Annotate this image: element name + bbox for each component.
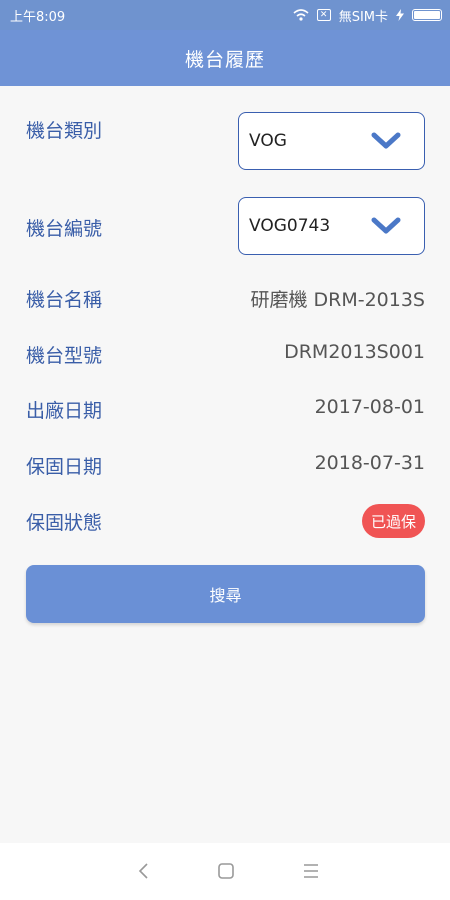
menu-icon[interactable] [299,859,323,883]
machine-category-label: 機台類別 [26,120,103,142]
machine-category-select[interactable]: VOG [238,112,425,170]
warranty-status-label: 保固狀態 [26,512,103,534]
sim-icon: ✕ [316,9,331,21]
machine-name-value: 研磨機 DRM-2013S [250,289,425,311]
machine-number-label: 機台編號 [26,218,103,240]
home-icon[interactable] [214,859,238,883]
page-title: 機台履歷 [184,48,265,71]
chevron-down-icon [371,217,401,234]
status-icons: ✕ 無SIM卡 [293,6,442,25]
back-icon[interactable] [132,859,156,883]
machine-model-value: DRM2013S001 [284,341,425,363]
ship-date-label: 出廠日期 [26,400,103,422]
navigation-bar [0,843,450,900]
machine-number-value: VOG0743 [249,216,331,236]
warranty-date-label: 保固日期 [26,456,103,478]
machine-model-label: 機台型號 [26,345,103,367]
status-time: 上午8:09 [10,9,66,25]
status-bar: 上午8:09 ✕ 無SIM卡 [0,0,450,30]
app-header: 機台履歷 [0,30,450,86]
machine-name-label: 機台名稱 [26,289,103,311]
ship-date-value: 2017-08-01 [314,396,425,418]
wifi-icon [293,9,309,21]
chevron-down-icon [371,132,401,149]
search-button-label: 搜尋 [209,586,242,605]
sim-status-text: 無SIM卡 [338,9,388,25]
status-badge: 已過保 [362,504,425,538]
machine-number-select[interactable]: VOG0743 [238,197,425,255]
battery-icon [412,9,442,21]
charging-icon [396,9,404,21]
search-button[interactable]: 搜尋 [26,565,425,623]
machine-category-value: VOG [249,131,287,151]
warranty-date-value: 2018-07-31 [314,452,425,474]
